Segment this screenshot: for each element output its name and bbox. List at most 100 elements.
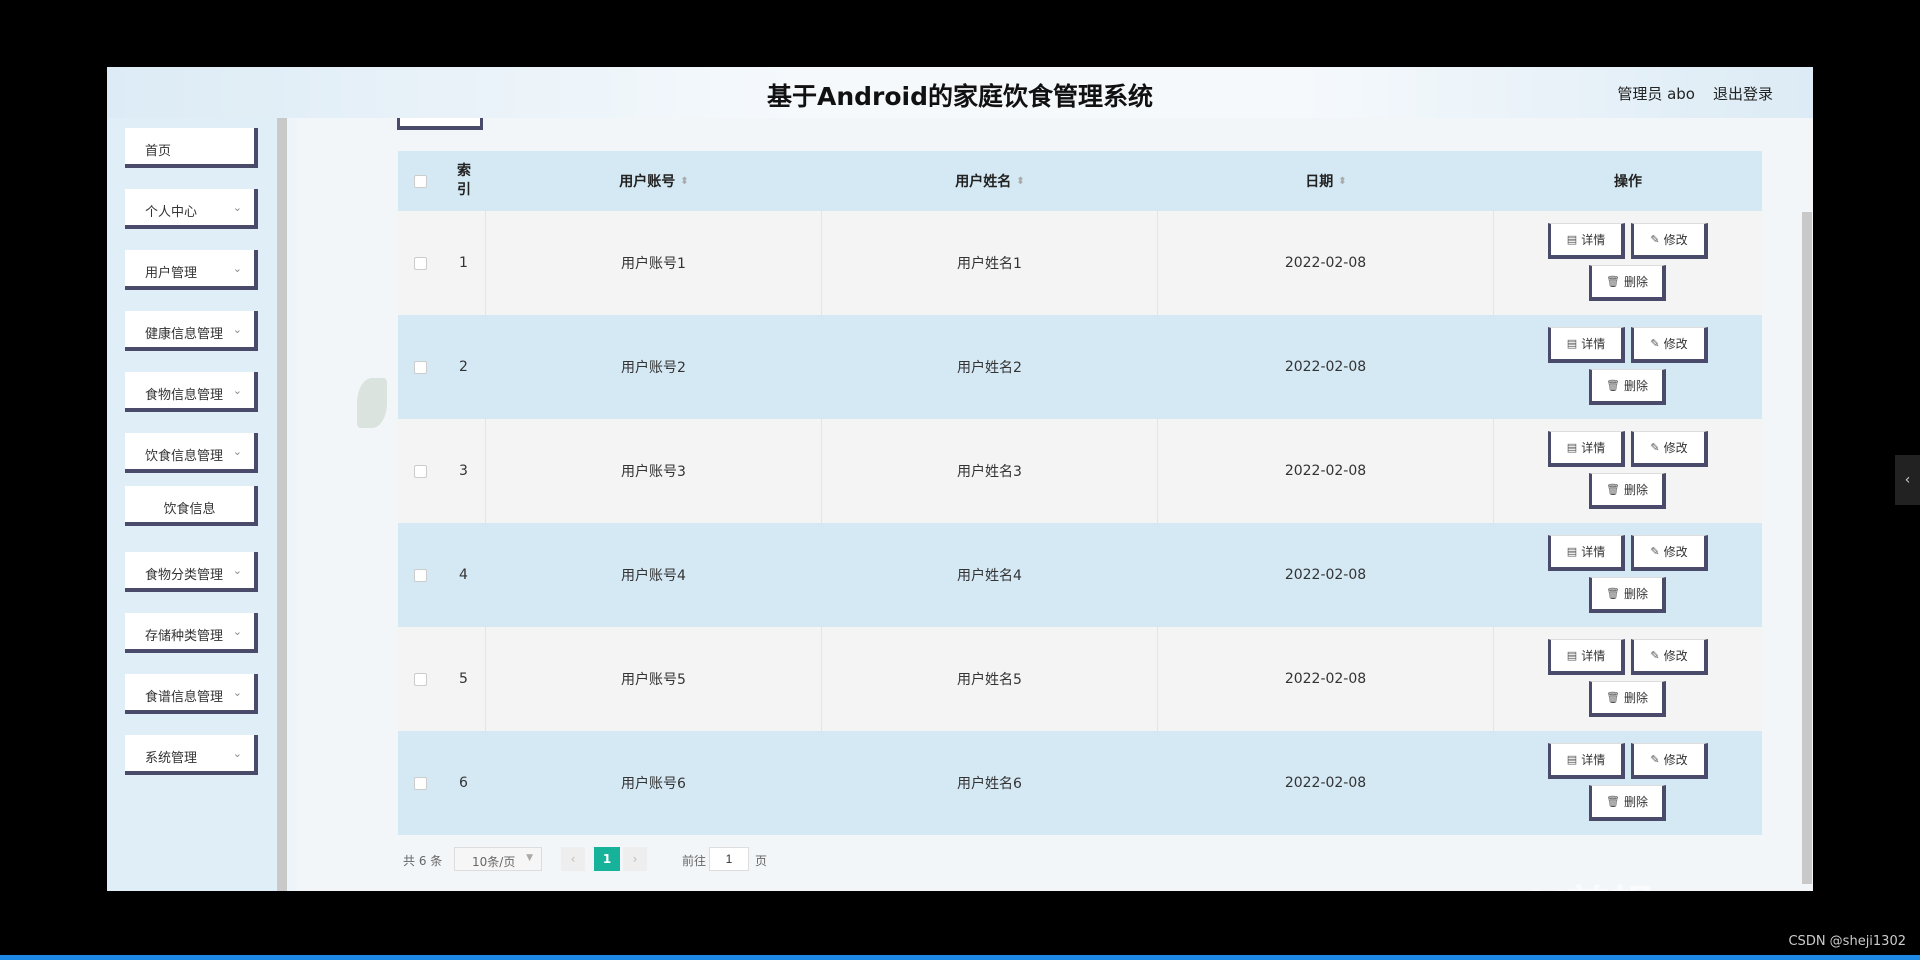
sort-icon[interactable]: ⬍ bbox=[1338, 176, 1346, 187]
edit-button[interactable]: ✎ 修改 bbox=[1631, 327, 1708, 363]
sidebar-item[interactable]: 存储种类管理 ⌄ bbox=[125, 613, 258, 653]
sidebar-scrollbar[interactable] bbox=[277, 118, 287, 891]
row-checkbox[interactable] bbox=[413, 256, 427, 270]
video-watermark: eV剪辑 bbox=[1502, 871, 1654, 891]
row-actions: ▤ 详情 ✎ 修改 🗑 删除 bbox=[1494, 419, 1762, 523]
detail-button[interactable]: ▤ 详情 bbox=[1548, 223, 1625, 259]
action-group: ▤ 详情 ✎ 修改 🗑 删除 bbox=[1494, 419, 1762, 523]
content-scrollbar[interactable] bbox=[1802, 212, 1812, 884]
sidebar-item[interactable]: 食物信息管理 ⌄ bbox=[125, 372, 258, 412]
header-index-label: 索引 bbox=[457, 163, 471, 198]
goto-page-input[interactable] bbox=[709, 847, 749, 871]
row-checkbox[interactable] bbox=[413, 360, 427, 374]
delete-button[interactable]: 🗑 删除 bbox=[1589, 473, 1666, 509]
table-row: 5 用户账号5 用户姓名5 2022-02-08 ▤ 详情 ✎ 修改 🗑 删除 bbox=[398, 627, 1762, 731]
sidebar-item[interactable]: 食谱信息管理 ⌄ bbox=[125, 674, 258, 714]
sort-icon[interactable]: ⬍ bbox=[1016, 176, 1024, 187]
row-actions: ▤ 详情 ✎ 修改 🗑 删除 bbox=[1494, 731, 1762, 835]
header-name[interactable]: 用户姓名 ⬍ bbox=[822, 151, 1158, 211]
sidebar-subitem[interactable]: 饮食信息 bbox=[125, 486, 258, 526]
sort-icon[interactable]: ⬍ bbox=[680, 176, 688, 187]
detail-label: 详情 bbox=[1581, 753, 1606, 767]
edit-button[interactable]: ✎ 修改 bbox=[1631, 639, 1708, 675]
row-name: 用户姓名1 bbox=[822, 211, 1158, 315]
table-row: 6 用户账号6 用户姓名6 2022-02-08 ▤ 详情 ✎ 修改 🗑 删除 bbox=[398, 731, 1762, 835]
page-size-select[interactable]: 10条/页 ▼ bbox=[454, 847, 542, 871]
pencil-icon: ✎ bbox=[1650, 441, 1660, 454]
row-index: 1 bbox=[442, 211, 486, 315]
row-select-cell bbox=[398, 627, 442, 731]
detail-button[interactable]: ▤ 详情 bbox=[1548, 535, 1625, 571]
row-checkbox[interactable] bbox=[413, 568, 427, 582]
delete-label: 删除 bbox=[1623, 275, 1648, 289]
table-row: 2 用户账号2 用户姓名2 2022-02-08 ▤ 详情 ✎ 修改 🗑 删除 bbox=[398, 315, 1762, 419]
trash-icon: 🗑 bbox=[1606, 587, 1620, 600]
trash-icon: 🗑 bbox=[1606, 483, 1620, 496]
row-name: 用户姓名6 bbox=[822, 731, 1158, 835]
edit-button[interactable]: ✎ 修改 bbox=[1631, 431, 1708, 467]
sidebar-item[interactable]: 用户管理 ⌄ bbox=[125, 250, 258, 290]
app-window: 基于Android的家庭饮食管理系统 管理员 abo 退出登录 首页 个人中心 ⌄ 用… bbox=[107, 67, 1813, 891]
row-select-cell bbox=[398, 419, 442, 523]
total-count: 共 6 条 bbox=[403, 854, 443, 868]
chevron-down-icon: ⌄ bbox=[232, 445, 242, 458]
delete-button[interactable]: 🗑 删除 bbox=[1589, 577, 1666, 613]
edit-button[interactable]: ✎ 修改 bbox=[1631, 535, 1708, 571]
detail-button[interactable]: ▤ 详情 bbox=[1548, 743, 1625, 779]
edit-button[interactable]: ✎ 修改 bbox=[1631, 743, 1708, 779]
chevron-left-icon[interactable]: ‹ bbox=[1895, 455, 1920, 505]
header-date[interactable]: 日期 ⬍ bbox=[1158, 151, 1494, 211]
sidebar-item[interactable]: 个人中心 ⌄ bbox=[125, 189, 258, 229]
row-index: 3 bbox=[442, 419, 486, 523]
current-page-button[interactable]: 1 bbox=[594, 847, 620, 871]
row-checkbox[interactable] bbox=[413, 464, 427, 478]
delete-button[interactable]: 🗑 删除 bbox=[1589, 681, 1666, 717]
row-account: 用户账号1 bbox=[486, 211, 822, 315]
user-label: 管理员 abo bbox=[1617, 85, 1695, 103]
sidebar-item[interactable]: 首页 bbox=[125, 128, 258, 168]
detail-button[interactable]: ▤ 详情 bbox=[1548, 327, 1625, 363]
top-bar: 基于Android的家庭饮食管理系统 管理员 abo 退出登录 bbox=[107, 67, 1813, 118]
pencil-icon: ✎ bbox=[1650, 337, 1660, 350]
prev-page-button[interactable]: ‹ bbox=[561, 847, 585, 871]
sidebar-item[interactable]: 系统管理 ⌄ bbox=[125, 735, 258, 775]
sidebar-item[interactable]: 饮食信息管理 ⌄ bbox=[125, 433, 258, 473]
next-page-button[interactable]: › bbox=[623, 847, 647, 871]
header-ops-label: 操作 bbox=[1614, 174, 1642, 190]
sidebar-item[interactable]: 健康信息管理 ⌄ bbox=[125, 311, 258, 351]
delete-button[interactable]: 🗑 删除 bbox=[1589, 785, 1666, 821]
page-unit-label: 页 bbox=[755, 854, 768, 868]
detail-button[interactable]: ▤ 详情 bbox=[1548, 639, 1625, 675]
sidebar-item-label: 系统管理 bbox=[145, 751, 198, 766]
header-ops: 操作 bbox=[1494, 151, 1762, 211]
row-checkbox[interactable] bbox=[413, 672, 427, 686]
delete-button[interactable]: 🗑 删除 bbox=[1589, 369, 1666, 405]
row-date: 2022-02-08 bbox=[1158, 419, 1494, 523]
sidebar-item-label: 饮食信息 bbox=[163, 502, 216, 517]
document-icon: ▤ bbox=[1566, 649, 1578, 662]
delete-label: 删除 bbox=[1623, 483, 1648, 497]
chevron-down-icon: ⌄ bbox=[232, 625, 242, 638]
row-date: 2022-02-08 bbox=[1158, 731, 1494, 835]
row-date: 2022-02-08 bbox=[1158, 211, 1494, 315]
toolbar-button-partial[interactable] bbox=[397, 118, 483, 130]
row-index: 6 bbox=[442, 731, 486, 835]
row-checkbox[interactable] bbox=[413, 776, 427, 790]
row-name: 用户姓名5 bbox=[822, 627, 1158, 731]
row-actions: ▤ 详情 ✎ 修改 🗑 删除 bbox=[1494, 627, 1762, 731]
table-row: 4 用户账号4 用户姓名4 2022-02-08 ▤ 详情 ✎ 修改 🗑 删除 bbox=[398, 523, 1762, 627]
document-icon: ▤ bbox=[1566, 233, 1578, 246]
sidebar-item[interactable]: 食物分类管理 ⌄ bbox=[125, 552, 258, 592]
row-account: 用户账号4 bbox=[486, 523, 822, 627]
select-all-checkbox[interactable] bbox=[413, 174, 427, 188]
document-icon: ▤ bbox=[1566, 545, 1578, 558]
header-account[interactable]: 用户账号 ⬍ bbox=[486, 151, 822, 211]
delete-button[interactable]: 🗑 删除 bbox=[1589, 265, 1666, 301]
edit-button[interactable]: ✎ 修改 bbox=[1631, 223, 1708, 259]
detail-label: 详情 bbox=[1581, 337, 1606, 351]
logout-link[interactable]: 退出登录 bbox=[1713, 83, 1773, 104]
detail-button[interactable]: ▤ 详情 bbox=[1548, 431, 1625, 467]
sidebar-item-label: 个人中心 bbox=[145, 205, 198, 220]
table-row: 3 用户账号3 用户姓名3 2022-02-08 ▤ 详情 ✎ 修改 🗑 删除 bbox=[398, 419, 1762, 523]
row-actions: ▤ 详情 ✎ 修改 🗑 删除 bbox=[1494, 211, 1762, 315]
